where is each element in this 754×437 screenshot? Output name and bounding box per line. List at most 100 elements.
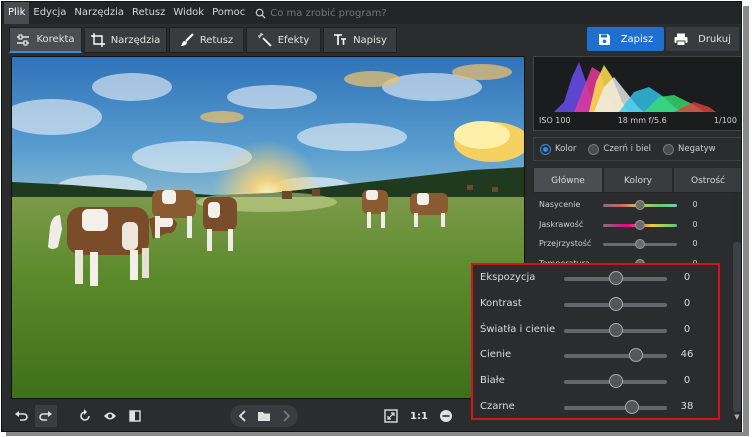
slider-value: 0 [692, 239, 698, 248]
chevron-right-icon [283, 410, 291, 422]
menu-help[interactable]: Pomoc [208, 2, 249, 24]
mode-label: Negatyw [678, 144, 716, 154]
slider-knob[interactable] [608, 296, 623, 311]
scroll-down-arrow[interactable]: ▼ [732, 412, 741, 422]
slider-label: Ekspozycja [480, 272, 536, 283]
highlight-slider-row: Czarne 38 [473, 395, 718, 421]
sliders-icon [17, 34, 30, 45]
slider-value: 0 [683, 297, 691, 309]
split-view-icon [129, 410, 141, 422]
exif-info: ISO 100 18 mm f/5.6 1/100 [533, 111, 741, 129]
menu-file[interactable]: Plik [4, 2, 30, 24]
undo-button[interactable] [10, 405, 32, 427]
menu-edit[interactable]: Edycja [29, 2, 70, 24]
slider-label: Nasycenie [539, 200, 581, 209]
panel-slider-row: Nasycenie 0 [533, 196, 731, 215]
tab-glowne[interactable]: Główne [533, 167, 603, 193]
slider-knob[interactable] [635, 219, 645, 230]
save-label: Zapisz [620, 33, 654, 45]
slider-knob[interactable] [624, 400, 639, 414]
print-label: Drukuj [698, 33, 731, 45]
slider-value: 0 [692, 219, 698, 229]
tab-korekta[interactable]: Korekta [9, 27, 82, 53]
highlighted-sliders: Ekspozycja 0 Kontrast 0 Światła i cienie 0 Cie… [471, 263, 720, 420]
text-icon [334, 34, 347, 45]
slider-value: 46 [680, 349, 694, 361]
mode-label: Czerń i biel [603, 144, 652, 154]
next-photo-button[interactable] [275, 405, 297, 427]
photo-canvas[interactable] [11, 56, 525, 399]
menu-tools[interactable]: Narzędzia [70, 2, 128, 24]
tab-label: Narzędzia [110, 34, 161, 46]
print-button[interactable]: Drukuj [666, 27, 739, 51]
radio[interactable] [663, 143, 675, 155]
slider-value: 0 [683, 272, 691, 283]
tab-efekty[interactable]: Efekty [246, 27, 321, 53]
search-input[interactable] [270, 7, 411, 19]
prev-photo-button[interactable] [232, 405, 254, 427]
reset-button[interactable] [74, 405, 96, 427]
app-window: Plik Edycja Narzędzia Retusz Widok Pomoc… [1, 1, 742, 432]
slider-knob[interactable] [635, 239, 645, 249]
mode-color-option[interactable]: Kolor [540, 143, 577, 155]
slider-value: 0 [683, 375, 691, 387]
fit-screen-icon [384, 409, 398, 423]
compare-button[interactable] [124, 405, 146, 427]
slider-label: Przejrzystość [539, 239, 592, 248]
panel-tabs: Główne Kolory Ostrość [533, 167, 741, 193]
slider-knob[interactable] [608, 322, 623, 337]
printer-icon [674, 33, 688, 46]
highlight-slider-row: Cienie 46 [473, 343, 718, 369]
open-folder-button[interactable] [253, 405, 275, 427]
slider-label: Jaskrawość [539, 219, 584, 229]
tab-label: Korekta [36, 34, 75, 45]
highlight-slider-row: Światła i cienie 0 [473, 318, 718, 344]
search-icon [255, 8, 266, 19]
floppy-icon [598, 33, 610, 45]
slider-knob[interactable] [608, 374, 623, 389]
tab-retusz[interactable]: Retusz [169, 27, 244, 53]
color-mode-selector: Kolor Czerń i biel Negatyw [533, 137, 741, 161]
chevron-left-icon [238, 410, 246, 422]
slider-track[interactable] [564, 406, 667, 410]
tab-ostrosc[interactable]: Ostrość [673, 167, 741, 193]
radio[interactable] [588, 143, 600, 155]
menu-bar: Plik Edycja Narzędzia Retusz Widok Pomoc [2, 2, 741, 24]
slider-knob[interactable] [635, 200, 645, 210]
adjustment-sliders: Nasycenie0Jaskrawość0Przejrzystość0Tempe… [533, 193, 731, 268]
brush-icon [180, 33, 194, 46]
menu-view[interactable]: Widok [169, 2, 208, 24]
save-button[interactable]: Zapisz [587, 27, 664, 51]
highlight-slider-row: Kontrast 0 [473, 292, 718, 318]
highlight-slider-row: Białe 0 [473, 369, 718, 395]
mode-negative-option[interactable]: Negatyw [663, 143, 716, 155]
slider-value: 38 [680, 401, 694, 412]
fit-screen-button[interactable] [380, 405, 402, 427]
redo-button[interactable] [35, 405, 57, 427]
slider-knob[interactable] [629, 348, 644, 363]
eye-icon [104, 412, 116, 420]
histogram-graph [554, 62, 716, 112]
tab-kolory[interactable]: Kolory [603, 167, 673, 193]
scrollbar-thumb[interactable] [733, 242, 741, 412]
slider-label: Światła i cienie [480, 323, 556, 335]
mode-label: Kolor [555, 144, 577, 154]
tab-label: Efekty [277, 34, 310, 46]
slider-value: 0 [683, 323, 691, 335]
radio-selected[interactable] [540, 143, 551, 155]
zoom-out-button[interactable] [435, 405, 457, 427]
preview-button[interactable] [99, 405, 121, 427]
lens-value: 18 mm f/5.6 [617, 115, 667, 125]
slider-label: Czarne [480, 401, 515, 412]
minus-circle-icon [440, 410, 452, 422]
tab-narzedzia[interactable]: Narzędzia [84, 27, 167, 53]
tab-label: Napisy [353, 34, 387, 46]
slider-knob[interactable] [608, 271, 623, 285]
mode-bw-option[interactable]: Czerń i biel [588, 143, 652, 155]
crop-icon [90, 33, 105, 47]
slider-track[interactable] [564, 354, 667, 359]
photo-image [12, 57, 524, 398]
tab-napisy[interactable]: Napisy [323, 27, 397, 53]
menu-retouch[interactable]: Retusz [128, 2, 169, 24]
zoom-actual-size-button[interactable]: 1:1 [406, 406, 432, 428]
